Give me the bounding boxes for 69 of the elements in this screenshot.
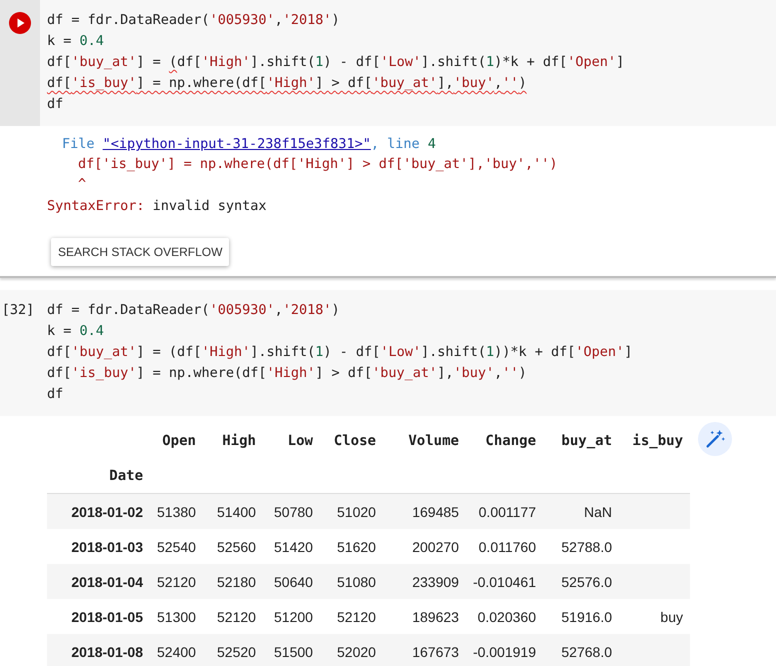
table-cell: 233909 xyxy=(412,574,459,590)
table-cell: 52576.0 xyxy=(561,574,612,590)
code-line: df['is_buy'] = np.where(df['High'] > df['buy_at'],'buy','') xyxy=(47,364,528,383)
row-header: 2018-01-05 xyxy=(47,599,150,634)
column-header: Volume xyxy=(407,432,460,451)
table-cell: 52560 xyxy=(217,538,256,554)
table-cell: 51200 xyxy=(274,608,313,624)
table-cell: 52400 xyxy=(157,644,196,660)
table-cell: 50780 xyxy=(274,504,313,520)
table-cell: 51500 xyxy=(274,644,313,660)
table-cell: 51080 xyxy=(337,574,376,590)
table-cell: 0.020360 xyxy=(478,608,536,624)
code-line: df = fdr.DataReader('005930','2018') xyxy=(47,11,341,30)
code-line: k = 0.4 xyxy=(47,322,105,341)
table-cell: 52180 xyxy=(217,574,256,590)
error-message: SyntaxError: invalid syntax xyxy=(47,197,268,216)
table-cell: 52120 xyxy=(217,608,256,624)
code-line: df = fdr.DataReader('005930','2018') xyxy=(47,301,341,320)
column-header: Open xyxy=(161,432,197,451)
row-header: 2018-01-04 xyxy=(47,564,150,599)
file-link[interactable]: "<ipython-input-31-238f15e3f831>" xyxy=(102,136,371,152)
wand-button[interactable] xyxy=(698,422,732,456)
table-cell: -0.001919 xyxy=(472,644,536,660)
table-cell: -0.010461 xyxy=(472,574,536,590)
code-line: df xyxy=(47,385,64,404)
magic-wand-icon xyxy=(704,428,726,450)
row-header: 2018-01-03 xyxy=(47,529,150,564)
column-header: is_buy xyxy=(631,432,684,451)
table-cell: 0.011760 xyxy=(478,538,536,554)
table-cell: NaN xyxy=(584,504,612,520)
table-cell: 200270 xyxy=(412,538,459,554)
column-header: High xyxy=(221,432,257,451)
table-cell: 52768.0 xyxy=(561,644,612,660)
column-header: Close xyxy=(332,432,377,451)
cell-prompt: [32] xyxy=(2,301,34,320)
row-header: 2018-01-02 xyxy=(47,494,150,529)
table-cell: 169485 xyxy=(412,504,459,520)
code-line: df['is_buy'] = np.where(df['High'] > df['buy_at'],'buy','') xyxy=(47,74,528,93)
code-line: df['buy_at'] = (df['High'].shift(1) - df['Low'].shift(1))*k + df['Open'] xyxy=(47,343,632,362)
table-cell: 51020 xyxy=(337,504,376,520)
table-cell: 52540 xyxy=(157,538,196,554)
table-cell: 51916.0 xyxy=(561,608,612,624)
table-cell: 50640 xyxy=(274,574,313,590)
code-line: k = 0.4 xyxy=(47,32,105,51)
code-line: df['buy_at'] = (df['High'].shift(1) - df['Low'].shift(1)*k + df['Open'] xyxy=(47,53,624,72)
table-cell: 51620 xyxy=(337,538,376,554)
traceback-line: ^ xyxy=(77,175,88,194)
row-header: 2018-01-08 xyxy=(47,634,150,666)
table-cell: 0.001177 xyxy=(478,504,536,520)
column-header: Low xyxy=(286,432,314,451)
traceback-line: File "<ipython-input-31-238f15e3f831>", line 4 xyxy=(61,135,437,154)
code-line: df xyxy=(47,95,64,114)
table-cell: 51300 xyxy=(157,608,196,624)
table-cell: 51420 xyxy=(274,538,313,554)
table-cell: 52020 xyxy=(337,644,376,660)
table-cell: 167673 xyxy=(412,644,459,660)
table-cell: 52520 xyxy=(217,644,256,660)
table-cell: 52120 xyxy=(337,608,376,624)
table-cell: 189623 xyxy=(412,608,459,624)
traceback-line: df['is_buy'] = np.where(df['High'] > df['buy_at'],'buy','') xyxy=(77,155,559,174)
table-cell: 52788.0 xyxy=(561,538,612,554)
table-cell: 51380 xyxy=(157,504,196,520)
column-header: buy_at xyxy=(560,432,613,451)
search-stack-overflow-button[interactable]: SEARCH STACK OVERFLOW xyxy=(51,238,230,266)
column-header: Change xyxy=(484,432,537,451)
run-button[interactable] xyxy=(8,11,32,35)
table-cell: 51400 xyxy=(217,504,256,520)
table-cell: buy xyxy=(660,608,683,624)
table-cell: 52120 xyxy=(157,574,196,590)
